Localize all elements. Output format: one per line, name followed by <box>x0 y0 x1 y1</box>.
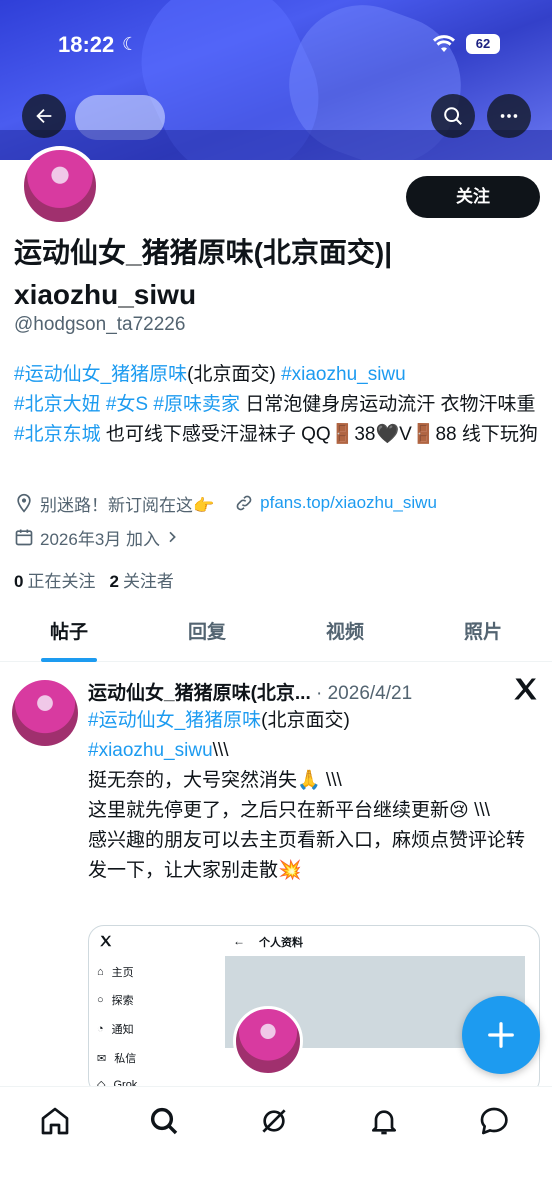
post-text: 感兴趣的朋友可以去主页看新入口，麻烦点赞评论转发一下，让大家别走散💥 <box>88 830 526 881</box>
profile-banner[interactable] <box>0 0 552 160</box>
grok-icon <box>262 1109 286 1133</box>
profile-avatar[interactable] <box>20 146 100 226</box>
post-author-name[interactable]: 运动仙女_猪猪原味(北京... <box>88 683 311 704</box>
card-sidebar-explore: ○ 探索 <box>97 994 134 1007</box>
profile-location: 别迷路！新订阅在这👉 <box>40 495 215 515</box>
hashtag-link[interactable]: #原味卖家 <box>153 394 240 415</box>
nav-notifications[interactable] <box>366 1103 402 1139</box>
hashtag-link[interactable]: #运动仙女_猪猪原味 <box>88 710 261 731</box>
tab-posts[interactable]: 帖子 <box>0 608 138 662</box>
followers-count: 2 <box>109 572 119 591</box>
profile-meta: 别迷路！新订阅在这👉 pfans.top/xiaozhu_siwu <box>14 490 437 516</box>
search-icon: ○ <box>97 994 104 1006</box>
hashtag-link[interactable]: #xiaozhu_siwu <box>281 364 406 385</box>
post-body: #运动仙女_猪猪原味(北京面交) #xiaozhu_siwu\\\ 挺无奈的，大… <box>88 706 540 886</box>
bell-icon: ◔ <box>97 1023 104 1035</box>
follow-counts: 0 正在关注 2 关注者 <box>14 567 174 592</box>
following-label: 正在关注 <box>27 572 96 591</box>
arrow-left-icon: ← <box>233 934 245 948</box>
profile-bio: #运动仙女_猪猪原味(北京面交) #xiaozhu_siwu #北京大妞 #女S… <box>14 360 540 450</box>
nav-home[interactable] <box>37 1103 73 1139</box>
back-button[interactable] <box>22 94 66 138</box>
home-icon <box>41 1107 69 1135</box>
nav-search[interactable] <box>146 1103 182 1139</box>
moon-icon: ☾ <box>122 34 139 54</box>
post-text: (北京面交) <box>261 710 350 731</box>
post-avatar[interactable] <box>12 680 78 746</box>
profile-website-link[interactable]: pfans.top/xiaozhu_siwu <box>260 493 437 513</box>
followers-label: 关注者 <box>122 572 174 591</box>
card-header-title: 个人资料 <box>259 937 303 949</box>
card-sidebar-notifications: ◔ 通知 <box>97 1023 134 1036</box>
profile-tabs: 帖子 回复 视频 照片 <box>0 608 552 662</box>
tab-replies[interactable]: 回复 <box>138 608 276 661</box>
arrow-left-icon <box>36 108 52 124</box>
hashtag-link[interactable]: #北京大妞 <box>14 394 101 415</box>
link-icon <box>236 495 252 511</box>
bottom-navigation <box>0 1086 552 1200</box>
more-icon <box>500 114 518 118</box>
card-sidebar-home: ⌂ 主页 <box>97 966 134 979</box>
profile-display-name: 运动仙女_猪猪原味(北京面交)| xiaozhu_siwu <box>14 237 393 310</box>
followers-count-link[interactable]: 2 关注者 <box>109 567 173 592</box>
status-time: 18:22 <box>58 32 115 57</box>
hashtag-link[interactable]: #运动仙女_猪猪原味 <box>14 364 187 385</box>
calendar-icon <box>15 529 33 546</box>
search-icon <box>444 107 462 125</box>
more-button[interactable] <box>487 94 531 138</box>
bio-text: (北京面交) <box>187 364 282 385</box>
post-date[interactable]: · 2026/4/21 <box>311 683 412 704</box>
nav-grok[interactable] <box>256 1103 292 1139</box>
search-button[interactable] <box>431 94 475 138</box>
x-logo-icon <box>100 935 112 947</box>
joined-date: 2026年3月 加入 <box>40 529 160 549</box>
bio-text: 日常泡健身房运动流汗 衣物汗味重 <box>239 394 536 415</box>
bio-text: 也可线下感受汗湿袜子 QQ🚪38🖤V🚪88 线下玩狗 <box>100 424 538 445</box>
following-count-link[interactable]: 0 正在关注 <box>14 567 95 592</box>
hashtag-link[interactable]: #北京东城 <box>14 424 101 445</box>
wifi-icon <box>433 35 455 52</box>
hashtag-link[interactable]: #女S <box>106 394 148 415</box>
status-bar: 18:22 ☾ 62 <box>0 28 552 62</box>
bell-icon <box>372 1110 396 1135</box>
home-icon: ⌂ <box>97 966 104 978</box>
chevron-right-icon <box>169 531 176 543</box>
post-text: 这里就先停更了，之后只在新平台继续更新😢 \\\ <box>88 800 490 821</box>
location-pin-icon <box>17 493 31 513</box>
profile-joined[interactable]: 2026年3月 加入 <box>14 524 180 550</box>
messages-icon <box>480 1107 508 1135</box>
profile-handle: @hodgson_ta72226 <box>14 314 186 335</box>
following-count: 0 <box>14 572 24 591</box>
post-header: 运动仙女_猪猪原味(北京... · 2026/4/21 <box>88 678 478 705</box>
nav-messages[interactable] <box>476 1103 512 1139</box>
mail-icon: ✉ <box>97 1052 107 1065</box>
card-sidebar-messages: ✉ 私信 <box>97 1052 137 1066</box>
card-avatar <box>233 1006 303 1076</box>
x-logo-icon <box>514 678 537 700</box>
post-text: 挺无奈的，大号突然消失🙏 \\\ <box>88 770 342 791</box>
follow-button[interactable]: 关注 <box>406 176 540 218</box>
search-icon <box>150 1107 178 1135</box>
battery-indicator: 62 <box>466 34 500 54</box>
plus-icon <box>488 1022 514 1048</box>
hashtag-link[interactable]: #xiaozhu_siwu <box>88 740 213 761</box>
compose-button[interactable] <box>462 996 540 1074</box>
tab-photos[interactable]: 照片 <box>414 608 552 661</box>
post-text: \\\ <box>212 740 229 761</box>
tab-videos[interactable]: 视频 <box>276 608 414 661</box>
